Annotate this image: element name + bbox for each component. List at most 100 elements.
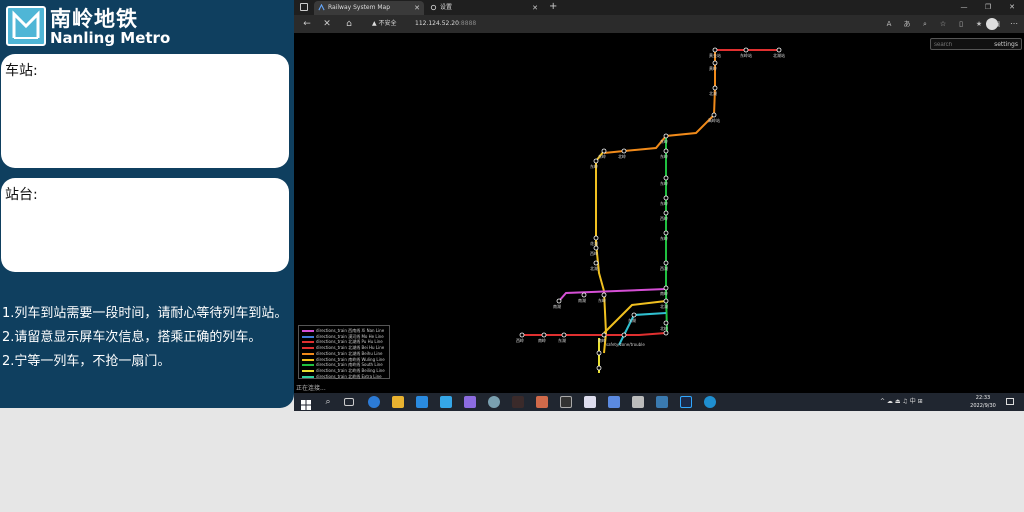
station-marker[interactable]	[663, 298, 669, 304]
file-explorer-icon[interactable]	[392, 396, 404, 408]
station-marker[interactable]	[593, 245, 599, 251]
station-marker[interactable]	[596, 365, 602, 371]
stop-icon[interactable]: ✕	[320, 17, 334, 31]
station-marker[interactable]	[663, 320, 669, 326]
address-bar: ← ✕ ⌂ ▲ 不安全 112.124.52.20:8888 A あ ⌕ ☆ ▯…	[294, 15, 1024, 33]
split-screen-icon[interactable]: ▯	[954, 18, 968, 30]
line-cyan	[618, 312, 667, 346]
restore-button[interactable]: ❐	[976, 0, 1000, 15]
metro-logo	[6, 6, 46, 46]
url-field[interactable]: 112.124.52.20:8888	[415, 19, 476, 29]
station-label: 东湖	[628, 317, 636, 323]
station-label: 东岭	[660, 138, 668, 144]
station-marker[interactable]	[712, 60, 718, 66]
tab-railway-map[interactable]: Railway System Map ✕	[314, 1, 424, 15]
app-icon-orange[interactable]	[536, 396, 548, 408]
station-marker[interactable]	[561, 332, 567, 338]
home-icon[interactable]: ⌂	[342, 17, 356, 31]
station-marker[interactable]	[663, 230, 669, 236]
photos-icon[interactable]	[440, 396, 452, 408]
station-marker[interactable]	[593, 235, 599, 241]
security-warning[interactable]: ▲ 不安全	[372, 19, 397, 29]
system-tray[interactable]: ^ ☁ ⏏ ♫ 中 ⊞	[880, 397, 923, 407]
profile-avatar[interactable]	[986, 18, 998, 30]
edge-icon[interactable]	[368, 396, 380, 408]
app-icon-blue[interactable]	[656, 396, 668, 408]
station-marker[interactable]	[711, 112, 717, 118]
station-marker[interactable]	[593, 158, 599, 164]
map-search-box: settings	[930, 38, 1022, 50]
close-icon[interactable]: ✕	[532, 1, 538, 15]
minimize-button[interactable]: —	[952, 0, 976, 15]
station-marker[interactable]	[593, 260, 599, 266]
station-marker[interactable]	[541, 332, 547, 338]
app-icon-cyan[interactable]	[704, 396, 716, 408]
clock[interactable]: 22:33 2022/9/30	[966, 394, 1000, 410]
back-arrow-icon[interactable]: ←	[300, 17, 314, 31]
station-marker[interactable]	[663, 210, 669, 216]
station-label: 南湖	[553, 303, 561, 309]
media-player-icon[interactable]	[608, 396, 620, 408]
station-marker[interactable]	[581, 292, 587, 298]
app-icon-gray[interactable]	[488, 396, 500, 408]
station-marker[interactable]	[519, 332, 525, 338]
station-label: 东岭	[660, 235, 668, 241]
station-label: 黄岭	[709, 65, 717, 71]
legend-label: directions_train 北湖线 Bei Hu Line	[316, 345, 385, 351]
station-marker[interactable]	[663, 175, 669, 181]
app-icon-purple[interactable]	[464, 396, 476, 408]
zoom-icon[interactable]: ⌕	[918, 18, 932, 30]
station-marker[interactable]	[596, 350, 602, 356]
station-marker[interactable]	[663, 148, 669, 154]
start-button[interactable]	[300, 396, 312, 410]
station-marker[interactable]	[776, 47, 782, 53]
station-marker[interactable]	[601, 148, 607, 154]
mail-icon[interactable]	[416, 396, 428, 408]
legend-label: directions_train 北岭线 Beiling Line	[316, 367, 385, 373]
new-tab-button[interactable]: +	[549, 0, 557, 14]
station-marker[interactable]	[712, 85, 718, 91]
app-icon-white[interactable]	[584, 396, 596, 408]
url-host: 112.124.52.20	[415, 20, 459, 27]
close-icon[interactable]: ✕	[414, 1, 420, 15]
search-icon[interactable]: ⌕	[322, 396, 334, 408]
notification-icon[interactable]	[1006, 398, 1014, 405]
station-marker[interactable]	[601, 292, 607, 298]
close-window-button[interactable]: ✕	[1000, 0, 1024, 15]
read-aloud-icon[interactable]: A	[882, 18, 896, 30]
station-marker[interactable]	[663, 260, 669, 266]
task-view-icon[interactable]	[344, 398, 354, 406]
station-marker[interactable]	[663, 330, 669, 336]
station-marker[interactable]	[631, 312, 637, 318]
station-marker[interactable]	[556, 298, 562, 304]
photoshop-icon[interactable]	[680, 396, 692, 408]
station-label: 西岭	[660, 215, 668, 221]
gear-icon	[430, 4, 437, 11]
terminal-icon[interactable]	[560, 396, 572, 408]
favorite-icon[interactable]: ☆	[936, 18, 950, 30]
station-marker[interactable]	[663, 195, 669, 201]
app-icon-dark[interactable]	[512, 396, 524, 408]
station-marker[interactable]	[743, 47, 749, 53]
station-marker[interactable]	[712, 47, 718, 53]
station-label: 北湖	[590, 265, 598, 271]
map-viewport[interactable]: 黄金站 东岭站 北湖站 黄岭 北湖 高岭站 东岭 北岭 东岭 东岭 东岭 东岭 东岭 西岭 花湖 西岭 北湖 东岭…	[294, 33, 1024, 393]
tab-actions-icon[interactable]	[300, 3, 308, 11]
tab-settings[interactable]: 设置 ✕	[426, 1, 542, 15]
station-marker[interactable]	[601, 332, 607, 338]
search-input[interactable]	[934, 40, 986, 49]
app-icon-light[interactable]	[632, 396, 644, 408]
more-menu-icon[interactable]: ⋯	[1010, 17, 1018, 31]
notice-item: 2.宁等一列车，不抢一扇门。	[2, 354, 171, 369]
windows-logo-icon	[301, 400, 311, 410]
station-marker[interactable]	[621, 332, 627, 338]
settings-link[interactable]: settings	[994, 40, 1018, 49]
translate-icon[interactable]: あ	[900, 18, 914, 30]
station-marker[interactable]	[663, 133, 669, 139]
favorites-list-icon[interactable]: ★	[972, 18, 986, 30]
metro-map[interactable]: 黄金站 东岭站 北湖站黄岭北湖高岭站东岭北岭东岭东岭东岭东岭东岭西岭花湖西岭北湖东岭…	[294, 33, 1024, 393]
station-marker[interactable]	[621, 148, 627, 154]
clock-date: 2022/9/30	[970, 403, 996, 409]
legend-swatch	[302, 375, 314, 378]
station-marker[interactable]	[663, 285, 669, 291]
